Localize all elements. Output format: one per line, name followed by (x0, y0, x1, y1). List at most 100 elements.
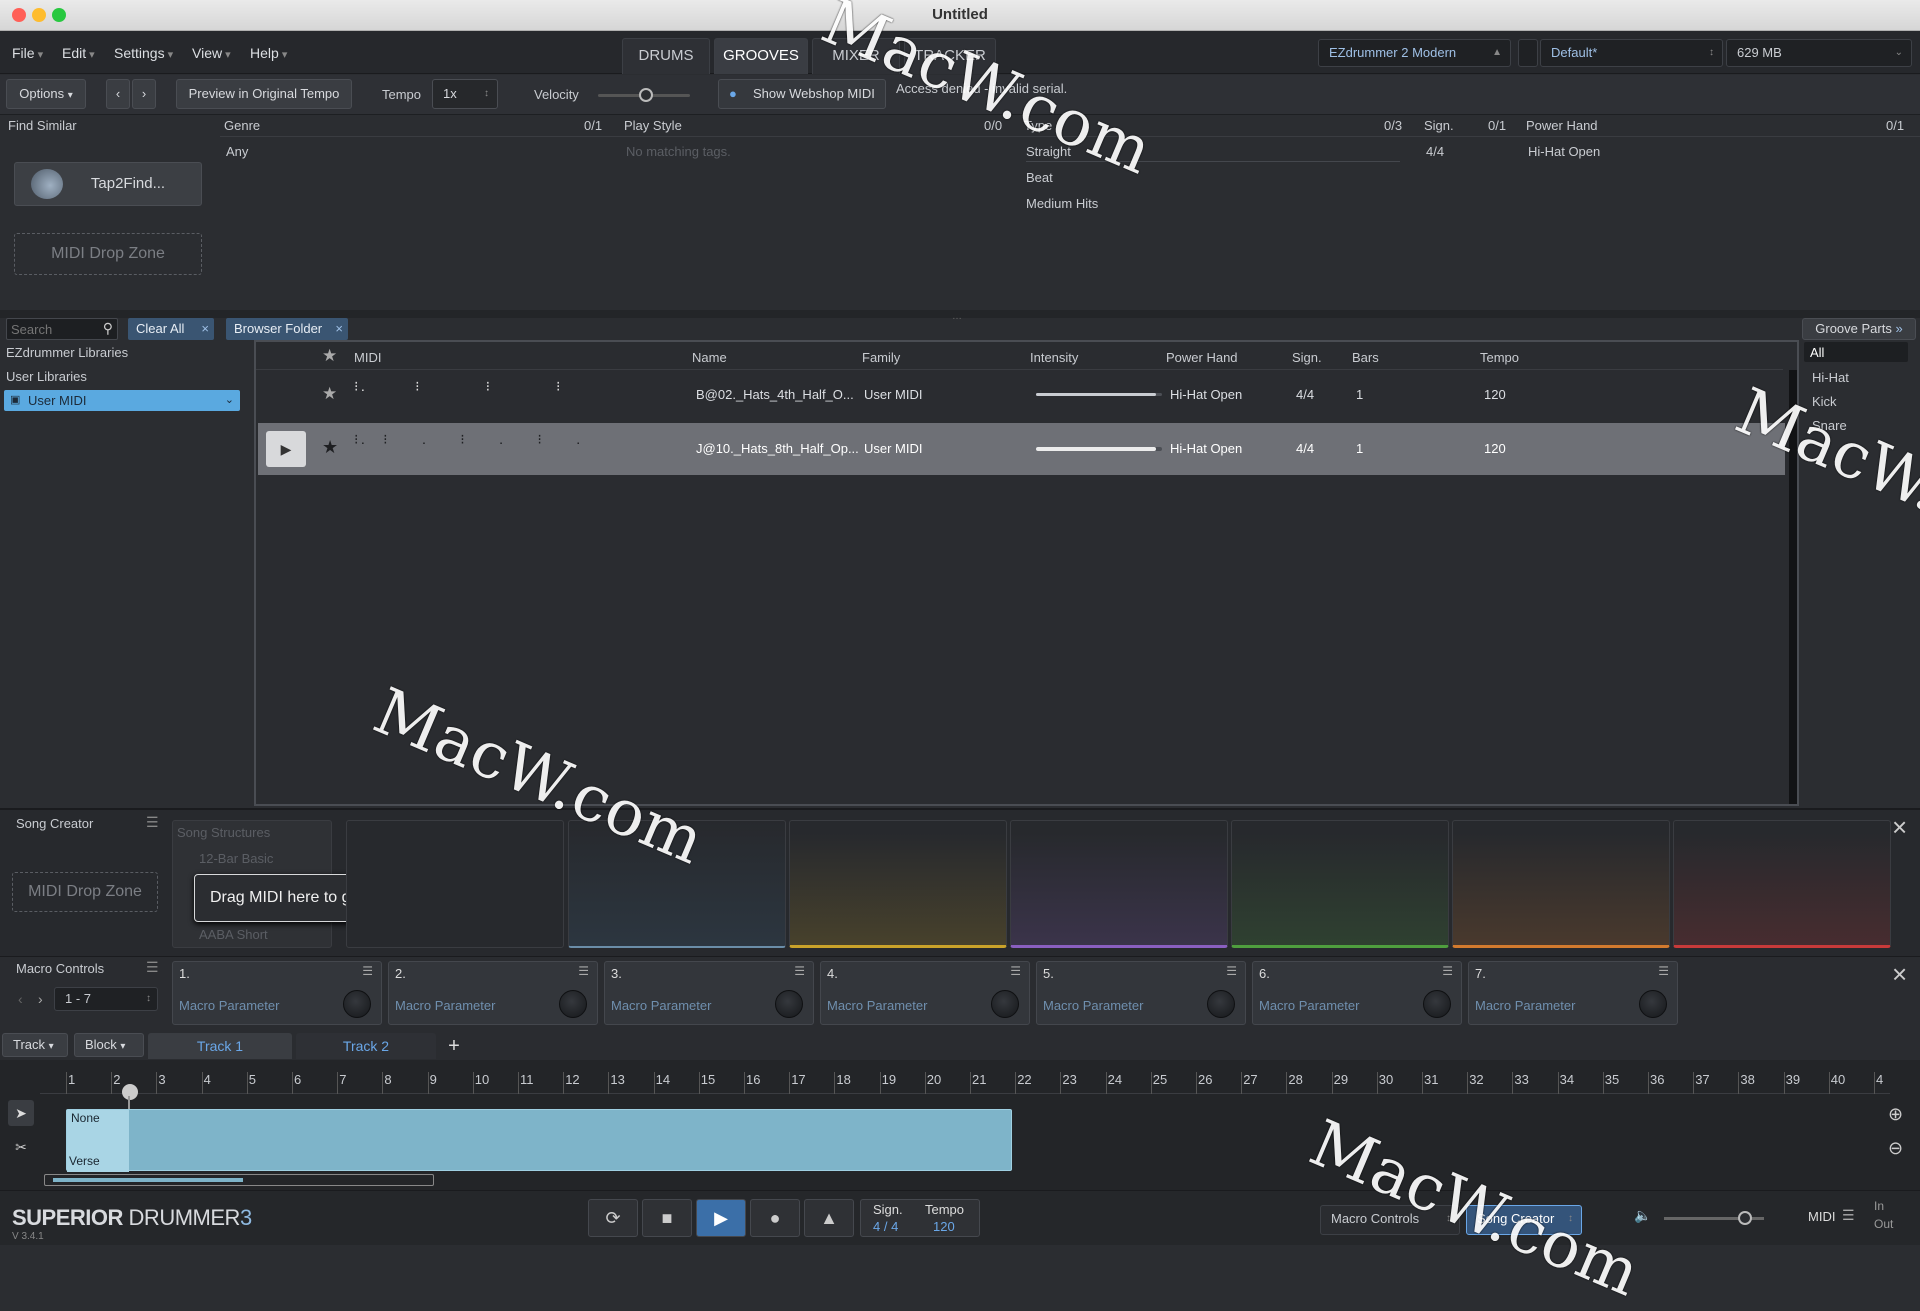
timeline-ruler[interactable]: 1 2 3 4 5 6 7 8 9 10 11 12 13 14 15 16 17 18 19 20 21 22 23 24 2… (40, 1068, 1890, 1094)
add-track-button[interactable]: + (440, 1033, 468, 1059)
suggestion-pad[interactable] (346, 820, 564, 948)
macro-knob[interactable] (1423, 990, 1451, 1018)
macro-knob[interactable] (559, 990, 587, 1018)
col-midi[interactable]: MIDI (354, 350, 381, 365)
macro-knob[interactable] (1639, 990, 1667, 1018)
menu-settings[interactable]: Settings (114, 45, 173, 61)
genre-tag-any[interactable]: Any (226, 144, 248, 159)
power-hand-tag-hi-hat-open[interactable]: Hi-Hat Open (1528, 144, 1600, 159)
song-midi-drop-zone[interactable]: MIDI Drop Zone (12, 872, 158, 912)
velocity-slider-handle[interactable] (638, 88, 653, 102)
groove-part-hi-hat[interactable]: Hi-Hat (1812, 370, 1849, 385)
velocity-slider[interactable] (598, 88, 690, 102)
ezdrummer-libraries-item[interactable]: EZdrummer Libraries (6, 345, 128, 360)
track-menu-button[interactable]: Track ▾ (2, 1033, 68, 1057)
midi-drop-zone[interactable]: MIDI Drop Zone (14, 233, 202, 275)
col-tempo[interactable]: Tempo (1480, 350, 1519, 365)
macro-menu-icon[interactable]: ☰ (362, 964, 373, 978)
macro-range-select[interactable]: 1 - 7 ↕ (54, 987, 158, 1011)
search-icon[interactable]: ⚲ (103, 320, 113, 337)
favorite-star-icon[interactable]: ★ (322, 384, 337, 404)
type-tag-beat[interactable]: Beat (1026, 170, 1053, 185)
tempo-multiplier-select[interactable]: 1x ↕ (432, 79, 498, 109)
volume-slider[interactable] (1664, 1211, 1764, 1225)
chevron-right-icon[interactable]: › (38, 991, 43, 1007)
options-button[interactable]: Options ▾ (6, 79, 86, 109)
stop-button[interactable]: ■ (642, 1199, 692, 1237)
menu-edit[interactable]: Edit (62, 45, 95, 61)
tab-track-1[interactable]: Track 1 (148, 1033, 292, 1059)
suggestion-pad[interactable] (1010, 820, 1228, 948)
record-button[interactable]: ● (750, 1199, 800, 1237)
zoom-out-icon[interactable]: ⊖ (1888, 1138, 1903, 1159)
star-header-icon[interactable]: ★ (322, 346, 337, 366)
loop-button[interactable]: ⟳ (588, 1199, 638, 1237)
close-icon[interactable]: × (335, 318, 343, 340)
macro-control[interactable]: 5. ☰ Macro Parameter (1036, 961, 1246, 1025)
search-input[interactable] (7, 319, 95, 339)
kit-select[interactable]: EZdrummer 2 Modern ▲ (1318, 39, 1511, 67)
menu-help[interactable]: Help (250, 45, 287, 61)
suggestion-pad[interactable] (789, 820, 1007, 948)
tap2find-button[interactable]: Tap2Find... (14, 162, 202, 206)
timeline-scrollbar[interactable] (44, 1174, 434, 1186)
table-row[interactable]: ▶ ★ ⁝․ ⁝ ․ ⁝ ․ ⁝ ․ J@10._Hats_8th_Half_O… (258, 423, 1785, 475)
macro-menu-icon[interactable]: ☰ (578, 964, 589, 978)
macro-knob[interactable] (343, 990, 371, 1018)
suggestion-pad[interactable] (1452, 820, 1670, 948)
preset-stepper[interactable] (1518, 39, 1538, 67)
forward-button[interactable]: › (132, 79, 156, 109)
macro-menu-icon[interactable]: ☰ (1658, 964, 1669, 978)
col-intensity[interactable]: Intensity (1030, 350, 1078, 365)
chevron-left-icon[interactable]: ‹ (18, 991, 23, 1007)
close-song-creator-icon[interactable]: × (1892, 812, 1907, 843)
structure-item[interactable]: AABA Short (199, 927, 268, 942)
menu-icon[interactable]: ☰ (146, 814, 159, 831)
volume-handle[interactable] (1738, 1211, 1752, 1225)
macro-knob[interactable] (775, 990, 803, 1018)
favorite-star-icon[interactable]: ★ (322, 437, 338, 458)
song-block[interactable]: None Verse (66, 1109, 1012, 1172)
macro-knob[interactable] (1207, 990, 1235, 1018)
zoom-in-icon[interactable]: ⊕ (1888, 1104, 1903, 1125)
metronome-button[interactable]: ▲ (804, 1199, 854, 1237)
menu-icon[interactable]: ☰ (146, 959, 159, 976)
search-field[interactable]: ⚲ (6, 318, 118, 340)
col-bars[interactable]: Bars (1352, 350, 1379, 365)
col-family[interactable]: Family (862, 350, 900, 365)
macro-control[interactable]: 2. ☰ Macro Parameter (388, 961, 598, 1025)
preview-original-tempo-button[interactable]: Preview in Original Tempo (176, 79, 352, 109)
macro-menu-icon[interactable]: ☰ (794, 964, 805, 978)
macro-knob[interactable] (991, 990, 1019, 1018)
user-libraries-item[interactable]: User Libraries (6, 369, 87, 384)
play-button[interactable]: ▶ (696, 1199, 746, 1237)
table-row[interactable]: ★ ⁝․ ⁝ ⁝ ⁝ B@02._Hats_4th_Half_O... User… (258, 370, 1785, 422)
macro-menu-icon[interactable]: ☰ (1010, 964, 1021, 978)
tab-drums[interactable]: DRUMS (622, 38, 710, 74)
menu-view[interactable]: View (192, 45, 231, 61)
macro-control[interactable]: 1. ☰ Macro Parameter (172, 961, 382, 1025)
close-macro-controls-icon[interactable]: × (1892, 959, 1907, 990)
playhead-handle[interactable] (122, 1084, 138, 1100)
scissors-tool-icon[interactable]: ✂ (8, 1134, 34, 1160)
col-sign[interactable]: Sign. (1292, 350, 1322, 365)
browser-folder-tag[interactable]: Browser Folder × (226, 318, 348, 340)
preset-select[interactable]: Default* ↕ (1540, 39, 1723, 67)
macro-control[interactable]: 3. ☰ Macro Parameter (604, 961, 814, 1025)
tab-grooves[interactable]: GROOVES (714, 38, 808, 74)
macro-menu-icon[interactable]: ☰ (1442, 964, 1453, 978)
macro-control[interactable]: 4. ☰ Macro Parameter (820, 961, 1030, 1025)
structure-item[interactable]: 12-Bar Basic (199, 851, 273, 866)
type-tag-medium-hits[interactable]: Medium Hits (1026, 196, 1098, 211)
macro-menu-icon[interactable]: ☰ (1226, 964, 1237, 978)
menu-file[interactable]: File (12, 45, 43, 61)
filter-splitter[interactable]: … (0, 310, 1920, 322)
clear-all-button[interactable]: Clear All × (128, 318, 214, 340)
block-menu-button[interactable]: Block ▾ (74, 1033, 144, 1057)
sign-tempo-display[interactable]: Sign. 4 / 4 Tempo 120 (860, 1199, 980, 1237)
user-midi-folder[interactable]: ▣ User MIDI ⌄ (4, 390, 240, 411)
groove-part-all[interactable]: All (1810, 345, 1824, 360)
tab-track-2[interactable]: Track 2 (296, 1033, 436, 1059)
play-button[interactable]: ▶ (266, 431, 306, 467)
groove-parts-button[interactable]: Groove Parts » (1802, 318, 1916, 340)
